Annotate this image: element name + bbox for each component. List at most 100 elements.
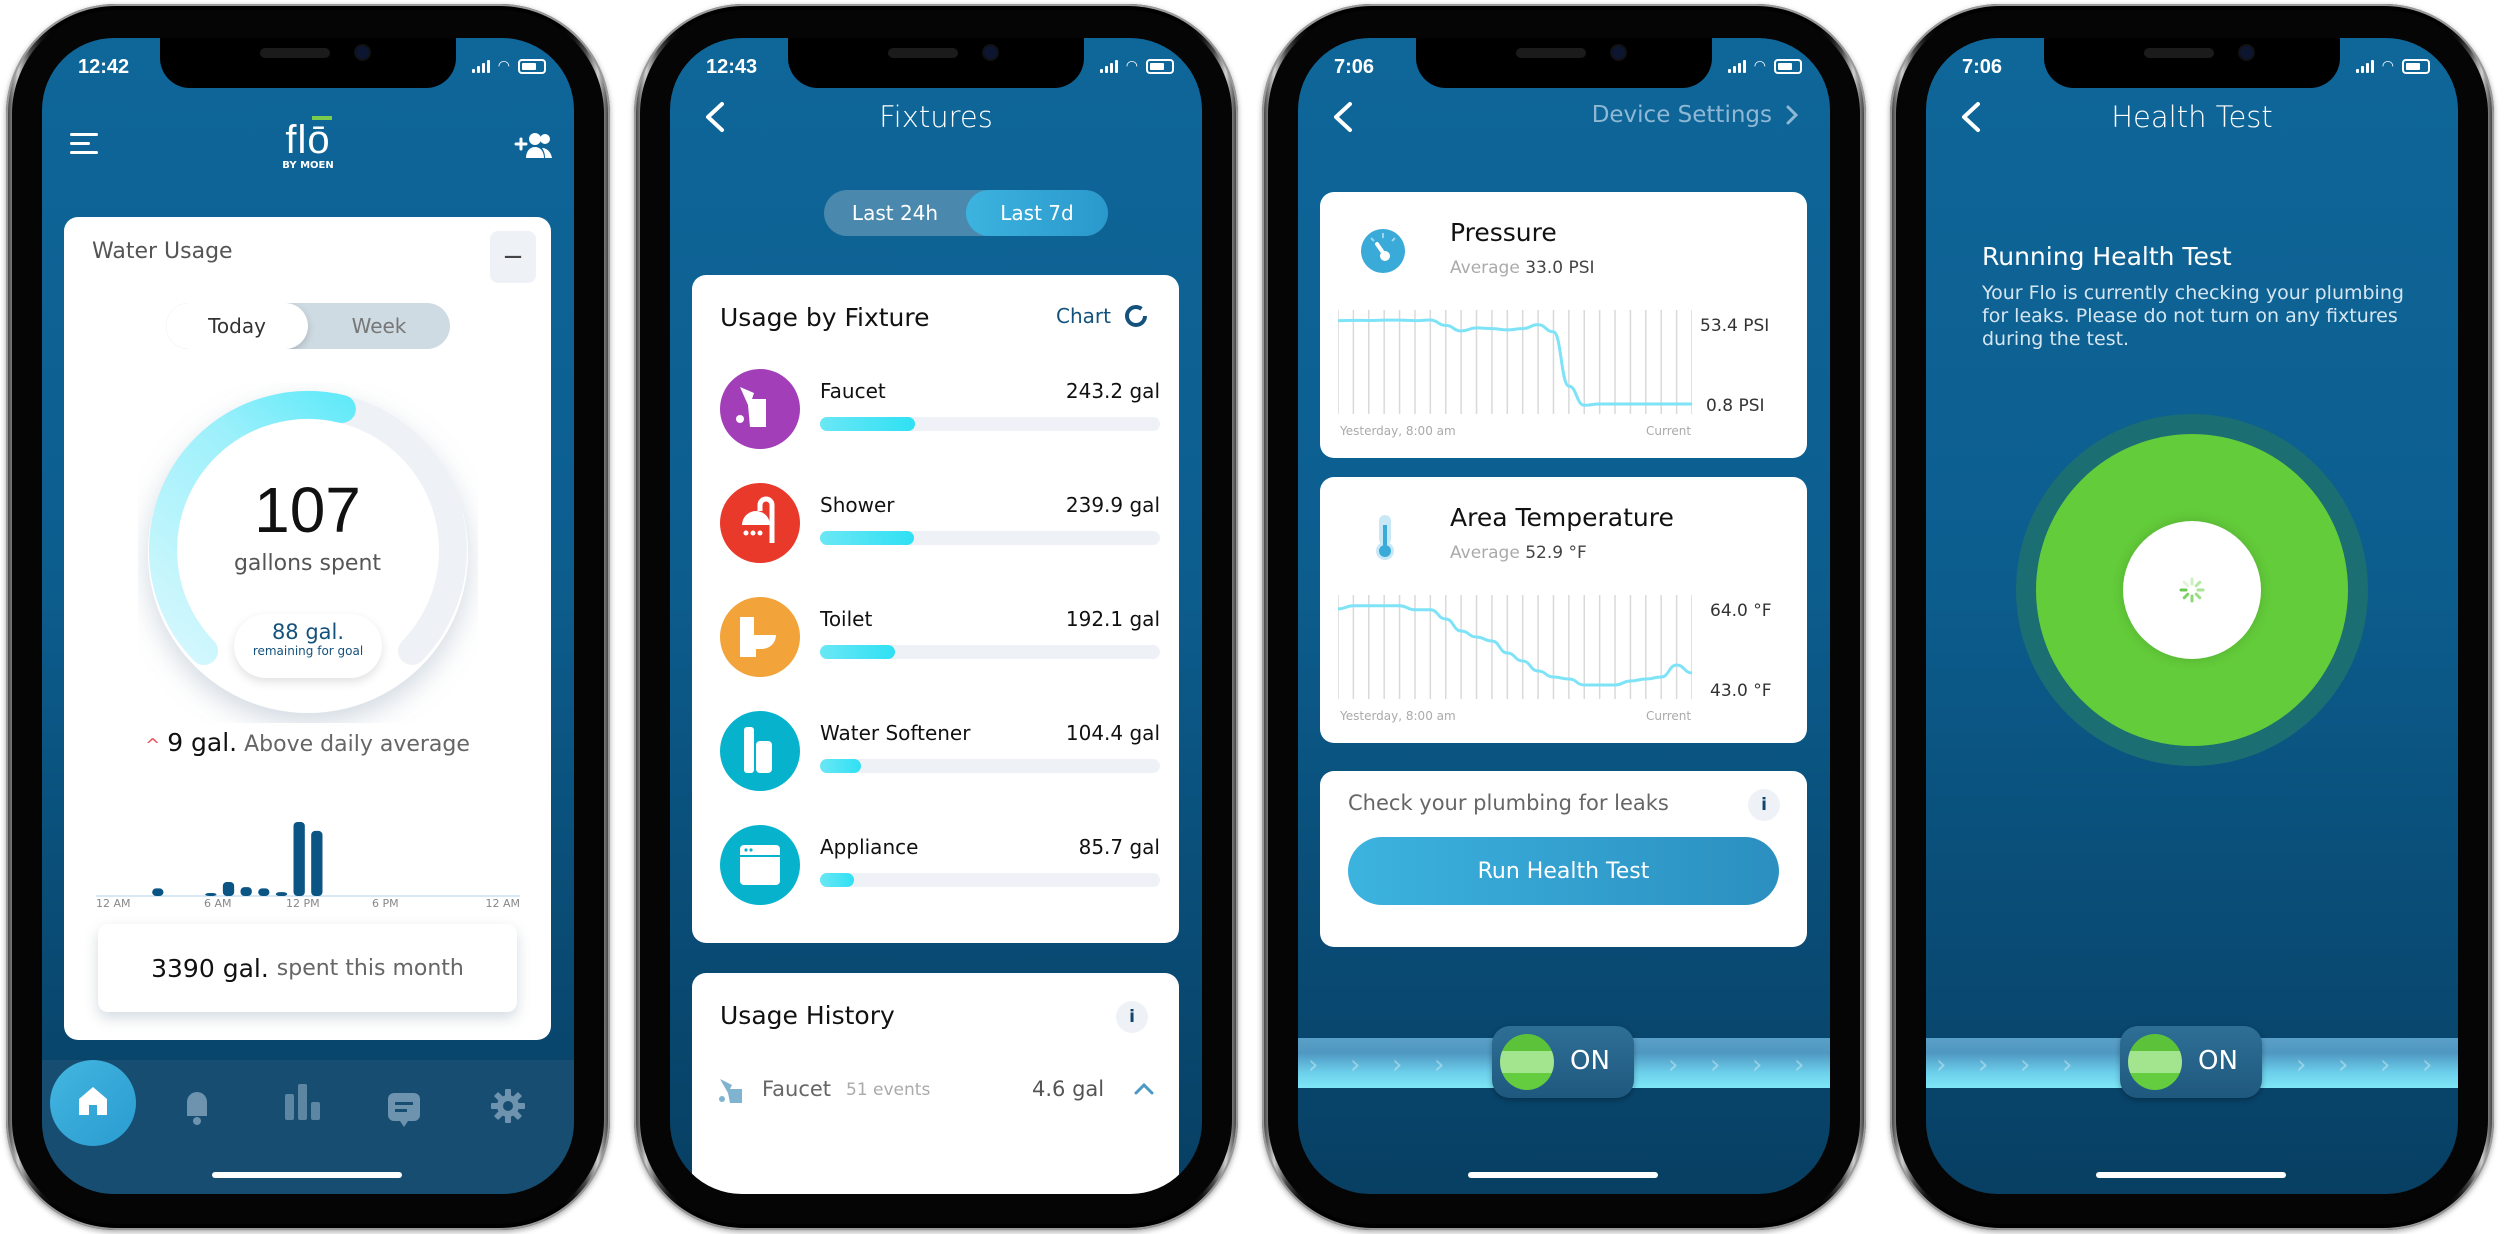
fixture-value: 104.4 gal [1065, 721, 1160, 745]
hourly-bar [222, 881, 235, 896]
toilet-icon [740, 617, 776, 657]
tab-last-24h[interactable]: Last 24h [824, 190, 966, 236]
monthly-usage-box: 3390 gal. spent this month [98, 924, 517, 1012]
hourly-bar [275, 892, 288, 896]
spinner-icon [2179, 577, 2205, 603]
fixture-usage-fill [820, 759, 861, 773]
pressure-chart [1338, 310, 1692, 414]
valve-label: ON [2198, 1046, 2238, 1076]
goal-remaining-pill: 88 gal. remaining for goal [234, 614, 382, 678]
fixture-name: Toilet [820, 607, 873, 631]
pressure-average-label: Average [1450, 258, 1520, 278]
monthly-value: 3390 gal. [151, 953, 269, 983]
temperature-x-start: Yesterday, 8:00 am [1340, 709, 1456, 723]
comparison-value: 9 gal. [167, 728, 238, 757]
notch [788, 38, 1084, 88]
tab-settings[interactable] [490, 1088, 526, 1124]
fixture-usage-track [820, 531, 1160, 545]
collapse-button[interactable]: − [490, 231, 536, 283]
history-events: 51 events [846, 1080, 931, 1100]
chart-link[interactable]: Chart [1056, 303, 1149, 329]
run-health-test-button[interactable]: Run Health Test [1348, 837, 1779, 905]
xtick: 12 AM [96, 897, 131, 910]
fixture-usage-track [820, 759, 1160, 773]
pressure-average: Average 33.0 PSI [1450, 258, 1595, 278]
valve-toggle[interactable]: ON [2120, 1026, 2262, 1098]
info-button[interactable]: i [1748, 789, 1780, 821]
home-screen: 12:42 ◠ flō BY MOEN Water Usage − Today … [42, 38, 574, 1194]
signal-icon [2355, 59, 2374, 73]
fixture-icon-badge [720, 711, 800, 791]
usage-by-fixture-title: Usage by Fixture [720, 303, 930, 332]
xtick: 12 PM [286, 897, 320, 910]
gallons-label: gallons spent [233, 551, 382, 576]
health-test-prompt: Check your plumbing for leaks [1348, 791, 1669, 815]
valve-toggle[interactable]: ON [1492, 1026, 1634, 1098]
notch [1416, 38, 1712, 88]
tab-home[interactable] [50, 1060, 136, 1146]
fixture-row-faucet[interactable]: Faucet 243.2 gal [720, 369, 1160, 459]
hourly-bar [293, 822, 305, 896]
battery-icon [518, 58, 546, 74]
bell-icon [187, 1092, 207, 1125]
usage-by-fixture-card: Usage by Fixture Chart Faucet 243.2 gal Sh… [692, 275, 1179, 943]
range-toggle: Last 24h Last 7d [824, 190, 1108, 236]
info-button[interactable]: i [1116, 1001, 1148, 1033]
battery-icon [1146, 58, 1174, 74]
device-settings-label: Device Settings [1591, 102, 1772, 128]
status-icons: ◠ [2355, 58, 2430, 74]
health-test-card: Check your plumbing for leaks i Run Heal… [1320, 771, 1807, 947]
back-button[interactable] [1326, 98, 1360, 136]
fixture-row-toilet[interactable]: Toilet 192.1 gal [720, 597, 1160, 687]
pressure-x-start: Yesterday, 8:00 am [1340, 424, 1456, 438]
fixture-icon-badge [720, 369, 800, 449]
phone-device: 7:06 ◠ Device Settings Pressure Average … [1262, 4, 1866, 1230]
home-indicator [212, 1172, 402, 1178]
pressure-average-value: 33.0 PSI [1525, 258, 1595, 278]
fixture-icon-badge [720, 597, 800, 677]
status-time: 7:06 [1334, 56, 1375, 78]
wifi-icon: ◠ [1753, 58, 1766, 74]
pressure-gauge-icon [1361, 229, 1405, 273]
monthly-label: spent this month [276, 955, 464, 981]
status-icons: ◠ [1727, 58, 1802, 74]
faucet-icon [736, 387, 766, 427]
logo-subtext: BY MOEN [282, 160, 334, 171]
fixture-value: 85.7 gal [1078, 835, 1160, 859]
fixture-icon-badge [720, 825, 800, 905]
history-value: 4.6 gal [1032, 1077, 1105, 1101]
notch [2044, 38, 2340, 88]
tab-today[interactable]: Today [166, 303, 308, 349]
flo-logo: flō BY MOEN [248, 116, 368, 171]
xtick: 6 AM [204, 897, 232, 910]
fixture-usage-fill [820, 531, 915, 545]
tab-messages[interactable] [387, 1092, 423, 1128]
wifi-icon: ◠ [497, 58, 510, 74]
tab-week[interactable]: Week [308, 303, 450, 349]
temperature-card: Area Temperature Average 52.9 °F 64.0 °F… [1320, 477, 1807, 743]
device-settings-link[interactable]: Device Settings [1592, 102, 1800, 128]
daily-comparison: ^ 9 gal. Above daily average [64, 728, 551, 757]
temperature-average-value: 52.9 °F [1525, 543, 1587, 563]
menu-icon[interactable] [70, 130, 102, 158]
phone-home: 12:42 ◠ flō BY MOEN Water Usage − Today … [6, 4, 610, 1230]
add-user-icon[interactable] [514, 130, 554, 160]
chevron-up-icon[interactable] [1134, 1081, 1154, 1097]
fixture-row-shower[interactable]: Shower 239.9 gal [720, 483, 1160, 573]
fixture-name: Appliance [820, 835, 919, 859]
history-row[interactable]: Faucet 51 events 4.6 gal [716, 1073, 1156, 1109]
fixture-usage-track [820, 873, 1160, 887]
pressure-title: Pressure [1450, 218, 1557, 247]
wifi-icon: ◠ [2381, 58, 2394, 74]
appliance-icon [740, 845, 780, 885]
chevron-left-icon [1334, 102, 1352, 132]
status-ring [2016, 414, 2368, 766]
tab-insights[interactable] [283, 1082, 323, 1122]
usage-history-title: Usage History [720, 1001, 895, 1030]
tab-alerts[interactable] [184, 1090, 210, 1126]
pressure-x-end: Current [1646, 424, 1692, 438]
fixture-row-appliance[interactable]: Appliance 85.7 gal [720, 825, 1160, 915]
fixture-row-water-softener[interactable]: Water Softener 104.4 gal [720, 711, 1160, 801]
phone-fixtures: 12:43 ◠ Fixtures Last 24h Last 7d Usage … [634, 4, 1238, 1230]
tab-last-7d[interactable]: Last 7d [966, 190, 1108, 236]
